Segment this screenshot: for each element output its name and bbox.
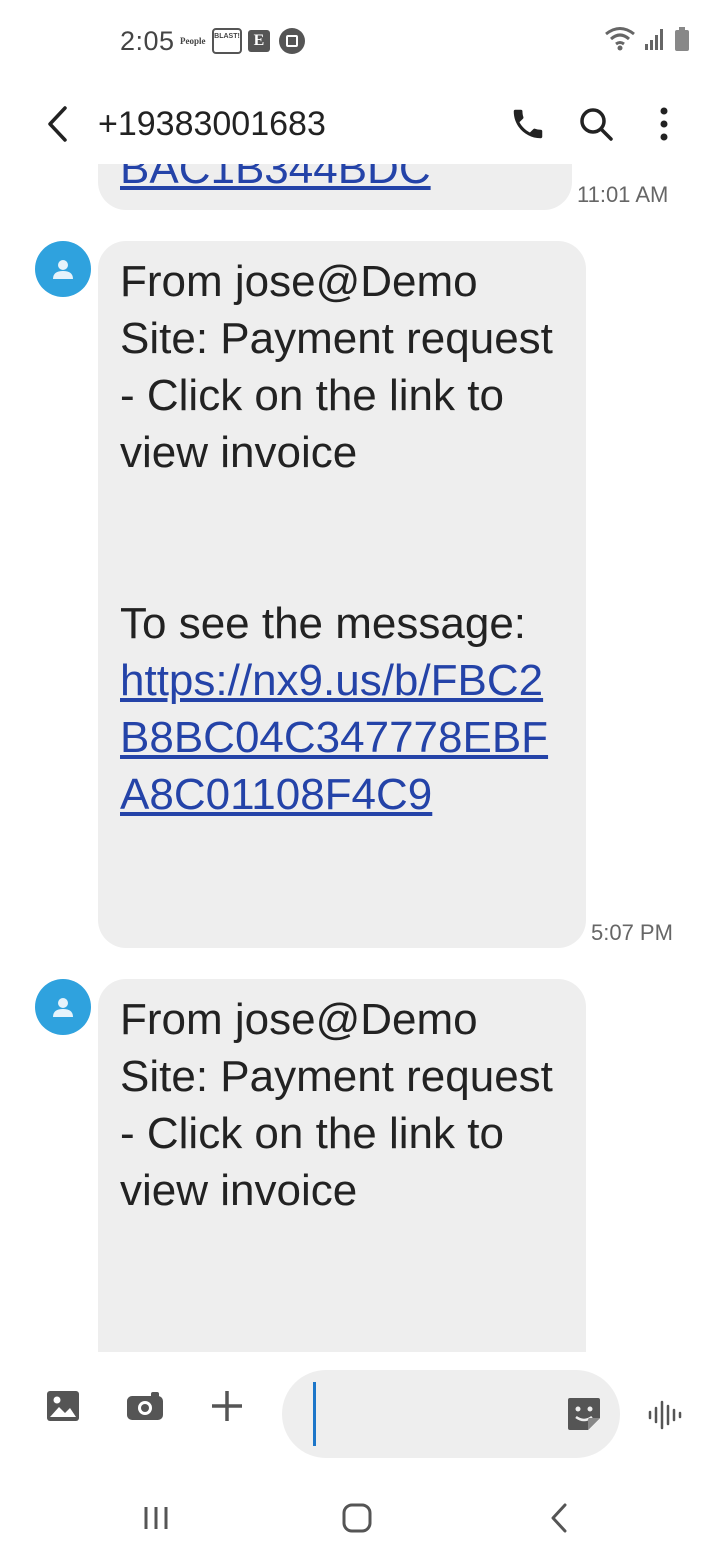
contact-title: +19383001683: [98, 105, 326, 143]
message-timestamp: 11:01 AM: [577, 182, 669, 207]
recents-button[interactable]: [116, 1488, 196, 1548]
signal-icon: [645, 29, 663, 50]
text-caret: [313, 1382, 316, 1446]
message-bubble[interactable]: From jose@Demo Site: Payment request - C…: [98, 979, 586, 1352]
message-text: To see the message:: [120, 599, 527, 648]
home-button[interactable]: [317, 1488, 397, 1548]
wifi-icon: [605, 27, 635, 51]
back-icon: [551, 1503, 567, 1533]
navigation-bar: [0, 1468, 720, 1560]
add-attachment-button[interactable]: [197, 1378, 257, 1434]
search-button[interactable]: [568, 94, 624, 154]
gallery-icon: [47, 1391, 79, 1421]
status-time: 2:05: [120, 26, 175, 56]
phone-icon: [513, 109, 543, 139]
battery-icon: [675, 27, 689, 51]
camera-icon: [127, 1392, 163, 1420]
nav-back-button[interactable]: [519, 1488, 599, 1548]
message-link[interactable]: BAC1B344BDC: [120, 164, 431, 193]
person-icon: [53, 998, 73, 1017]
message-bubble[interactable]: From jose@Demo Site: Payment request - C…: [98, 241, 586, 948]
status-bar: 2:05 People BLAST! E: [0, 0, 720, 84]
message-bubble-partial: BAC1B344BDC: [98, 164, 572, 210]
voice-input-button[interactable]: [644, 1390, 688, 1440]
back-button[interactable]: [36, 94, 80, 154]
blast-notification-icon: BLAST!: [212, 28, 242, 54]
sticker-button[interactable]: [566, 1396, 606, 1436]
circle-notification-icon: [279, 28, 305, 54]
message-timestamp: 5:07 PM: [591, 920, 673, 945]
chevron-left-icon: [48, 106, 67, 142]
camera-button[interactable]: [115, 1378, 175, 1434]
voice-icon: [648, 1400, 682, 1430]
message-text: From jose@Demo Site: Payment request - C…: [120, 257, 553, 477]
search-icon: [580, 108, 613, 141]
recents-icon: [144, 1507, 168, 1529]
e-notification-icon: E: [248, 30, 270, 52]
plus-icon: [212, 1391, 242, 1421]
sticker-icon: [568, 1398, 600, 1430]
person-icon: [53, 260, 73, 279]
message-text: From jose@Demo Site: Payment request - C…: [120, 995, 553, 1215]
more-vertical-icon: [660, 107, 668, 141]
message-link[interactable]: https://nx9.us/b/FBC2B8BC04C347778EBFA8C…: [120, 656, 548, 819]
message-text-link-line: To see the message: https://nx9.us/b/FBC…: [120, 595, 564, 823]
contact-avatar[interactable]: [35, 241, 91, 297]
contact-avatar[interactable]: [35, 979, 91, 1035]
system-status-icons: [604, 26, 690, 52]
message-composer: [0, 1352, 720, 1468]
home-icon: [342, 1503, 372, 1533]
conversation-header: +19383001683: [0, 84, 720, 164]
message-list[interactable]: BAC1B344BDC 11:01 AM From jose@Demo Site…: [0, 164, 720, 1352]
more-options-button[interactable]: [636, 94, 692, 154]
gallery-button[interactable]: [33, 1378, 93, 1434]
call-button[interactable]: [500, 94, 556, 154]
people-notification-icon: People: [180, 36, 206, 46]
